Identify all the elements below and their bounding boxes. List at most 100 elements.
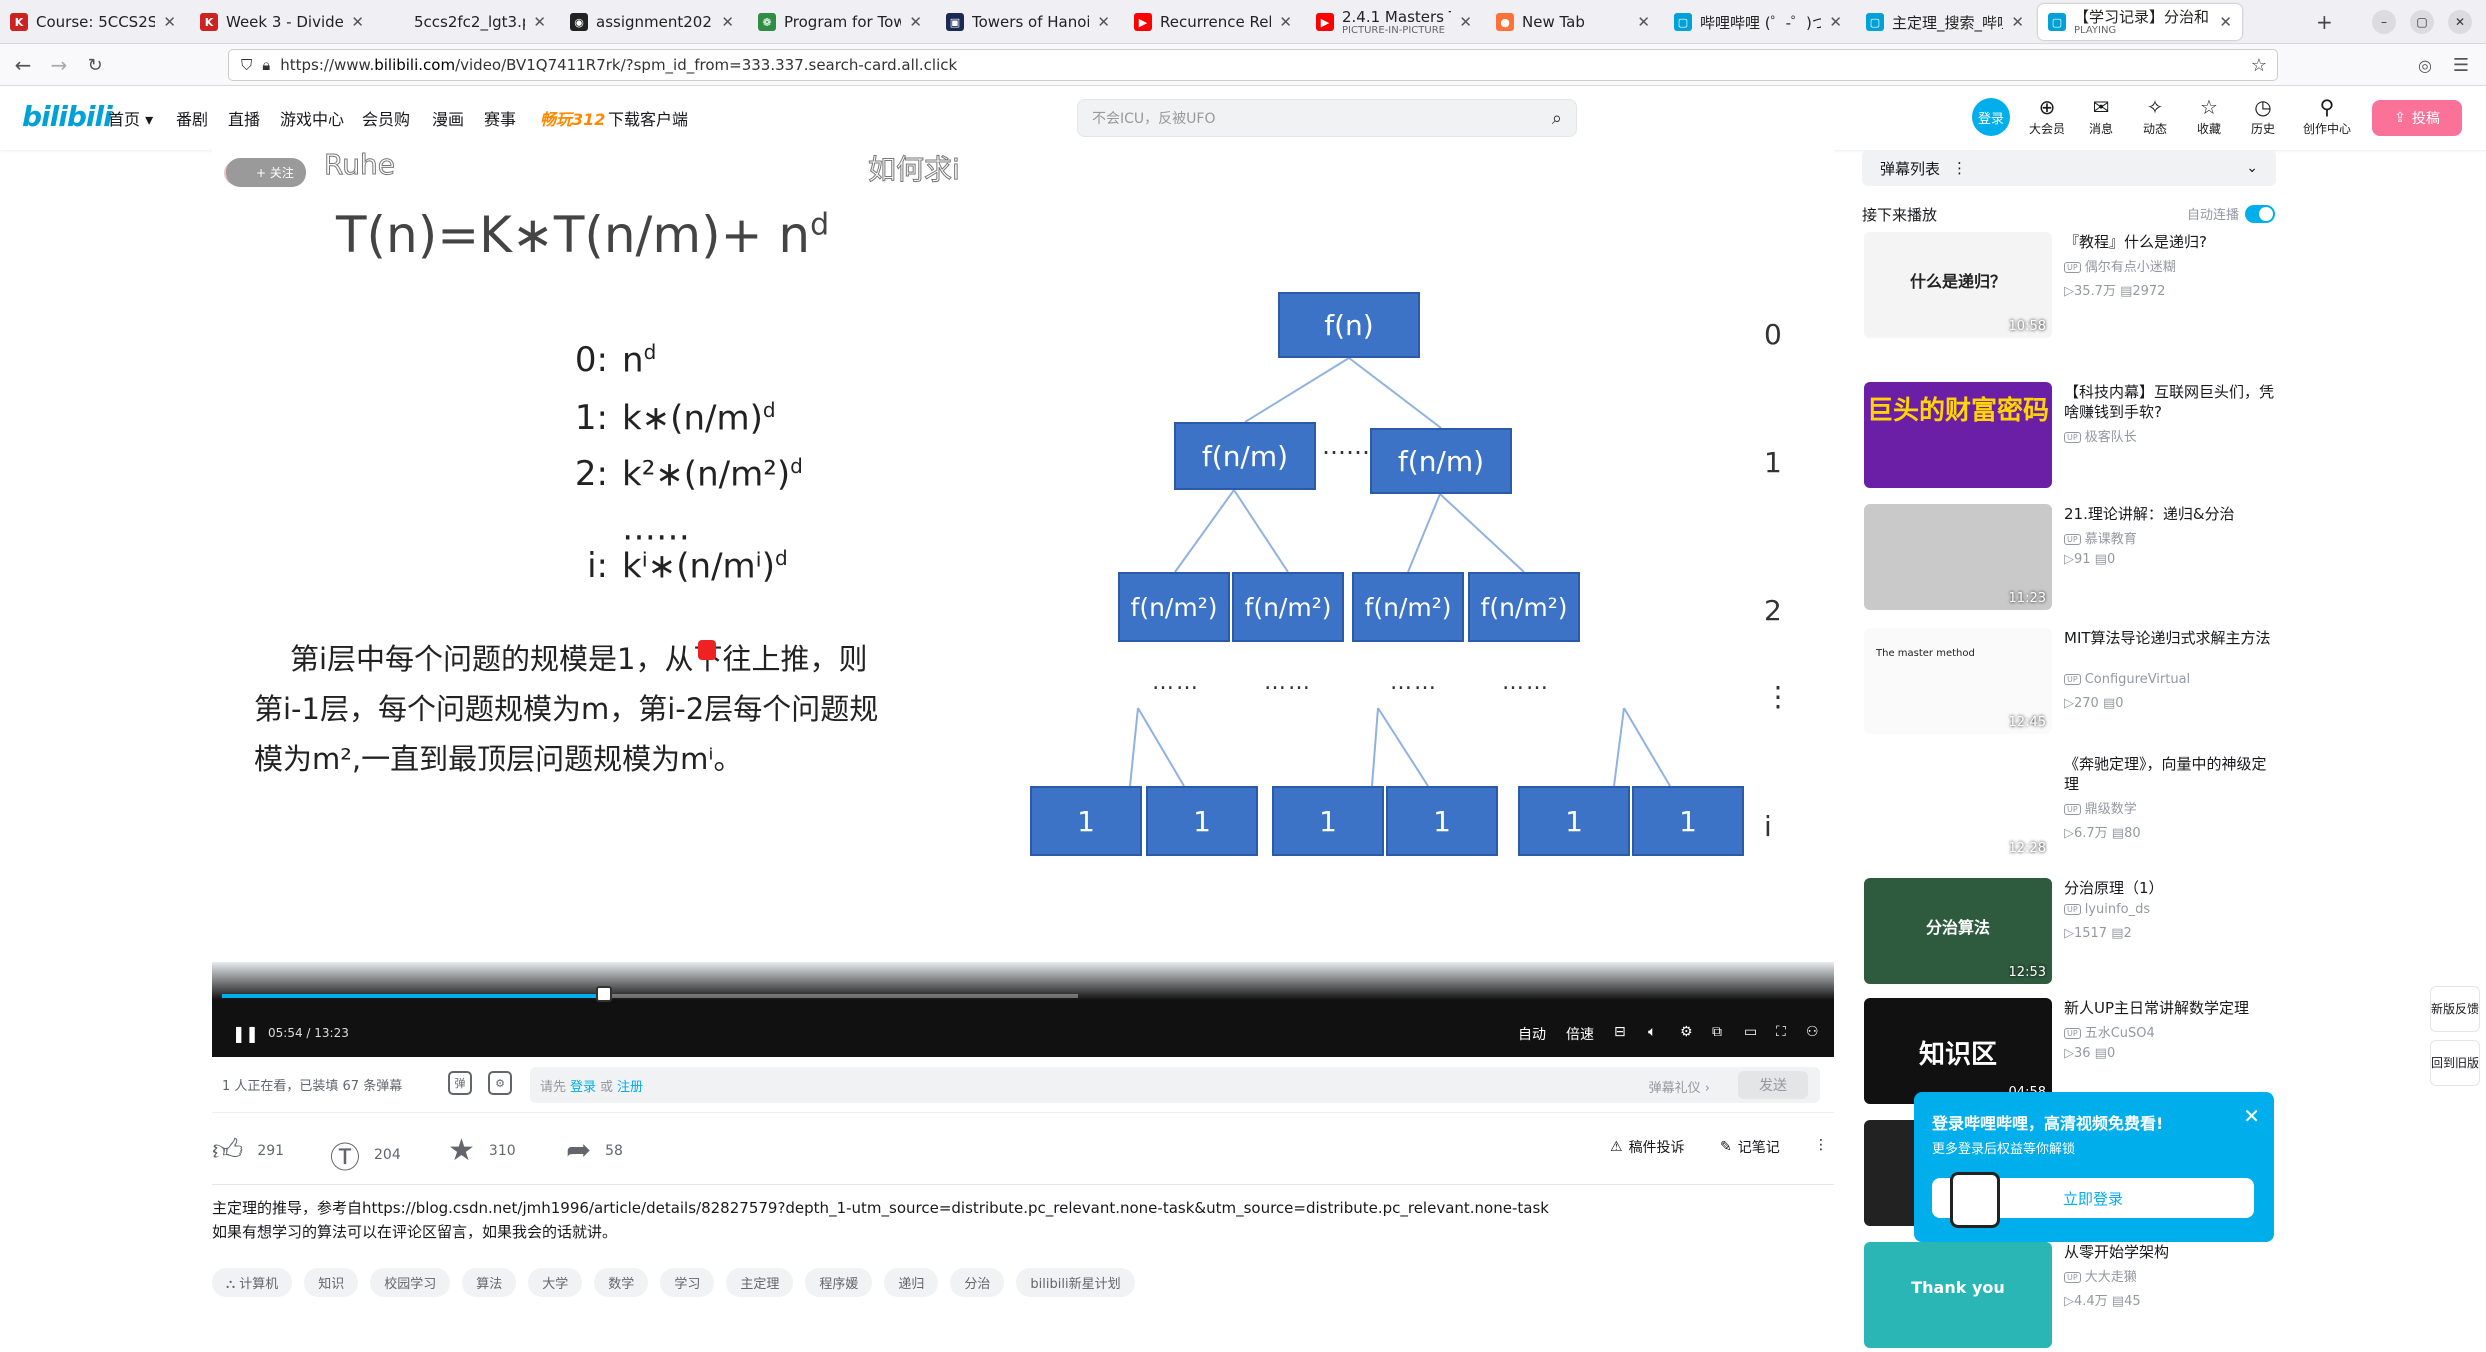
video-thumbnail[interactable]: 知识区04:58 — [1864, 998, 2052, 1104]
recommendation-title[interactable]: 《奔驰定理》，向量中的神级定理 — [2064, 754, 2274, 794]
nav-item[interactable]: 首页 ▾ — [108, 106, 153, 130]
more-actions-icon[interactable]: ⋮ — [1814, 1137, 1828, 1153]
recommendation-uploader[interactable]: UP 大大走獭 — [2064, 1266, 2137, 1285]
browser-tab[interactable]: ▶ Recurrence Relation ✕ — [1124, 4, 1302, 40]
autoplay-toggle[interactable]: 自动连播 — [2187, 204, 2276, 223]
close-tab-icon[interactable]: ✕ — [1097, 13, 1110, 31]
recommendation-uploader[interactable]: UP ConfigureVirtual — [2064, 672, 2190, 687]
bilibili-logo[interactable]: bilibili — [22, 100, 113, 133]
browser-tab[interactable]: ● New Tab ✕ — [1486, 4, 1660, 40]
back-icon[interactable]: ← — [10, 52, 36, 78]
close-window-icon[interactable]: ✕ — [2448, 10, 2472, 34]
danmu-list-header[interactable]: 弹幕列表 ⋮ ⌄ — [1862, 150, 2276, 186]
recommendation-uploader[interactable]: UP 偶尔有点小迷糊 — [2064, 256, 2176, 275]
close-tab-icon[interactable]: ✕ — [1279, 13, 1292, 31]
more-icon[interactable]: ⋮ — [1952, 159, 1967, 177]
browser-tab[interactable]: ▢ 主定理_搜索_哔哩哔 ✕ — [1856, 4, 2034, 40]
more-player-icon[interactable]: ⚇ — [1806, 1024, 1819, 1040]
favorite-button[interactable]: ★ 310 — [448, 1133, 516, 1168]
search-icon[interactable]: ⌕ — [1552, 108, 1562, 129]
fullscreen-icon[interactable]: ⛶ — [1776, 1024, 1786, 1040]
nav-item[interactable]: 漫画 — [432, 106, 464, 130]
danmu-toggle-icon[interactable]: 弹 — [448, 1071, 472, 1095]
close-tab-icon[interactable]: ✕ — [163, 13, 176, 31]
nav-item[interactable]: 畅玩312 — [540, 106, 605, 130]
nav-item[interactable]: 赛事 — [484, 106, 516, 130]
close-tab-icon[interactable]: ✕ — [909, 13, 922, 31]
video-thumbnail[interactable]: 巨头的财富密码 — [1864, 382, 2052, 488]
tag-item[interactable]: 校园学习 — [370, 1268, 451, 1297]
header-nav-1[interactable]: ✉ 消息 — [2076, 94, 2126, 137]
recommendation-card[interactable]: 分治算法 12:53 分治原理（1） UP lyuinfo_ds ▷1517 ▤2 — [1862, 878, 2276, 988]
recommendation-uploader[interactable]: UP 极客队长 — [2064, 426, 2137, 445]
minimize-icon[interactable]: – — [2372, 10, 2396, 34]
recommendation-title[interactable]: 新人UP主日常讲解数学定理 — [2064, 998, 2274, 1018]
pip-icon[interactable]: ⧉ — [1712, 1024, 1722, 1040]
settings-icon[interactable]: ⚙ — [1680, 1024, 1693, 1040]
close-tab-icon[interactable]: ✕ — [1459, 13, 1472, 31]
tag-item[interactable]: 学习 — [660, 1268, 715, 1297]
nav-item[interactable]: 番剧 — [176, 106, 208, 130]
browser-tab[interactable]: ❁ Program for Tower o ✕ — [748, 4, 932, 40]
subtitle-icon[interactable]: ⊟ — [1614, 1024, 1626, 1040]
danmu-settings-icon[interactable]: ⚙ — [488, 1071, 512, 1095]
video-thumbnail[interactable]: 分治算法 12:53 — [1864, 878, 2052, 984]
pause-icon[interactable]: ❚❚ — [232, 1024, 259, 1043]
danmu-login-link[interactable]: 登录 — [570, 1076, 596, 1095]
video-thumbnail[interactable]: 12:28 — [1864, 754, 2052, 860]
nav-item[interactable]: 游戏中心 — [280, 106, 344, 130]
recommendation-title[interactable]: 【科技内幕】互联网巨头们，凭啥赚钱到手软? — [2064, 382, 2274, 422]
volume-icon[interactable]: 🔈︎ — [1648, 1024, 1656, 1040]
header-nav-0[interactable]: ⊕ 大会员 — [2022, 94, 2072, 137]
recommendation-uploader[interactable]: UP 慕课教育 — [2064, 528, 2137, 547]
nav-item[interactable]: 下载客户端 — [608, 106, 688, 130]
danmu-input[interactable]: 请先 登录 或 注册 弹幕礼仪 › 发送 — [530, 1067, 1820, 1103]
tag-item[interactable]: 分治 — [950, 1268, 1005, 1297]
toggle-switch[interactable] — [2245, 204, 2276, 223]
login-avatar-button[interactable]: 登录 — [1972, 98, 2010, 136]
recommendation-title[interactable]: MIT算法导论递归式求解主方法 — [2064, 628, 2274, 648]
bookmark-star-icon[interactable]: ☆ — [2251, 55, 2267, 76]
menu-icon[interactable]: ☰ — [2448, 52, 2474, 78]
browser-tab[interactable]: ▶ 2.4.1 Masters TheorPICTURE-IN-PICTURE ✕ — [1306, 4, 1482, 40]
close-tab-icon[interactable]: ✕ — [533, 13, 546, 31]
video-thumbnail[interactable]: 11:23 — [1864, 504, 2052, 610]
tag-item[interactable]: 数学 — [594, 1268, 649, 1297]
close-tab-icon[interactable]: ✕ — [351, 13, 364, 31]
video-thumbnail[interactable]: 什么是递归？ 10:58 — [1864, 232, 2052, 338]
tag-item[interactable]: 主定理 — [726, 1268, 794, 1297]
recommendation-card[interactable]: 12:28 《奔驰定理》，向量中的神级定理 UP 鼎级数学 ▷6.7万 ▤80 — [1862, 754, 2276, 864]
forward-icon[interactable]: → — [46, 52, 72, 78]
close-tab-icon[interactable]: ✕ — [1637, 13, 1650, 31]
recommendation-uploader[interactable]: UP lyuinfo_ds — [2064, 902, 2150, 917]
feedback-button[interactable]: 新版反馈 — [2430, 986, 2480, 1032]
progress-handle[interactable] — [595, 986, 612, 1002]
speed-button[interactable]: 倍速 — [1566, 1024, 1594, 1044]
close-tab-icon[interactable]: ✕ — [2219, 13, 2232, 31]
chevron-down-icon[interactable]: ⌄ — [2246, 160, 2258, 176]
recommendation-title[interactable]: 分治原理（1） — [2064, 878, 2274, 898]
recommendation-card[interactable]: 巨头的财富密码 【科技内幕】互联网巨头们，凭啥赚钱到手软? UP 极客队长 — [1862, 382, 2276, 492]
danmu-register-link[interactable]: 注册 — [617, 1076, 643, 1095]
video-player[interactable]: + 关注 Ruhe 如何求i T(n)=K∗T(n/m)+ nd 0: nd 1: k… — [212, 150, 1834, 1057]
coin-button[interactable]: Ⓣ 204 — [330, 1133, 401, 1177]
reload-icon[interactable]: ↻ — [82, 52, 108, 78]
recommendation-uploader[interactable]: UP 鼎级数学 — [2064, 798, 2137, 817]
share-button[interactable]: ➦ 58 — [566, 1133, 623, 1168]
tag-item[interactable]: 递归 — [884, 1268, 939, 1297]
header-nav-2[interactable]: ✧ 动态 — [2130, 94, 2180, 137]
shield-icon[interactable]: ⛉ — [241, 56, 252, 74]
browser-tab[interactable]: 5ccs2fc2_lgt3.pdf ✕ — [378, 4, 556, 40]
danmu-send-button[interactable]: 发送 — [1738, 1071, 1808, 1099]
recommendation-title[interactable]: 从零开始学架构 — [2064, 1242, 2274, 1262]
browser-tab[interactable]: K Week 3 - Divide-and ✕ — [190, 4, 374, 40]
recommendation-card[interactable]: 11:23 21.理论讲解：递归&分治 UP 慕课教育 ▷91 ▤0 — [1862, 504, 2276, 614]
tag-item[interactable]: ⛬ 计算机 — [212, 1268, 293, 1297]
search-bar[interactable]: 不会ICU，反被UFO ⌕ — [1077, 99, 1577, 137]
tag-item[interactable]: 算法 — [462, 1268, 517, 1297]
browser-tab[interactable]: ▣ Towers of Hanoi Qu ✕ — [936, 4, 1120, 40]
header-nav-3[interactable]: ☆ 收藏 — [2184, 94, 2234, 137]
address-field[interactable]: ⛉ 🔒︎ https://www.bilibili.com/video/BV1Q… — [228, 49, 2278, 81]
nav-item[interactable]: 会员购 — [362, 106, 410, 130]
pocket-icon[interactable]: ◎ — [2412, 52, 2438, 78]
